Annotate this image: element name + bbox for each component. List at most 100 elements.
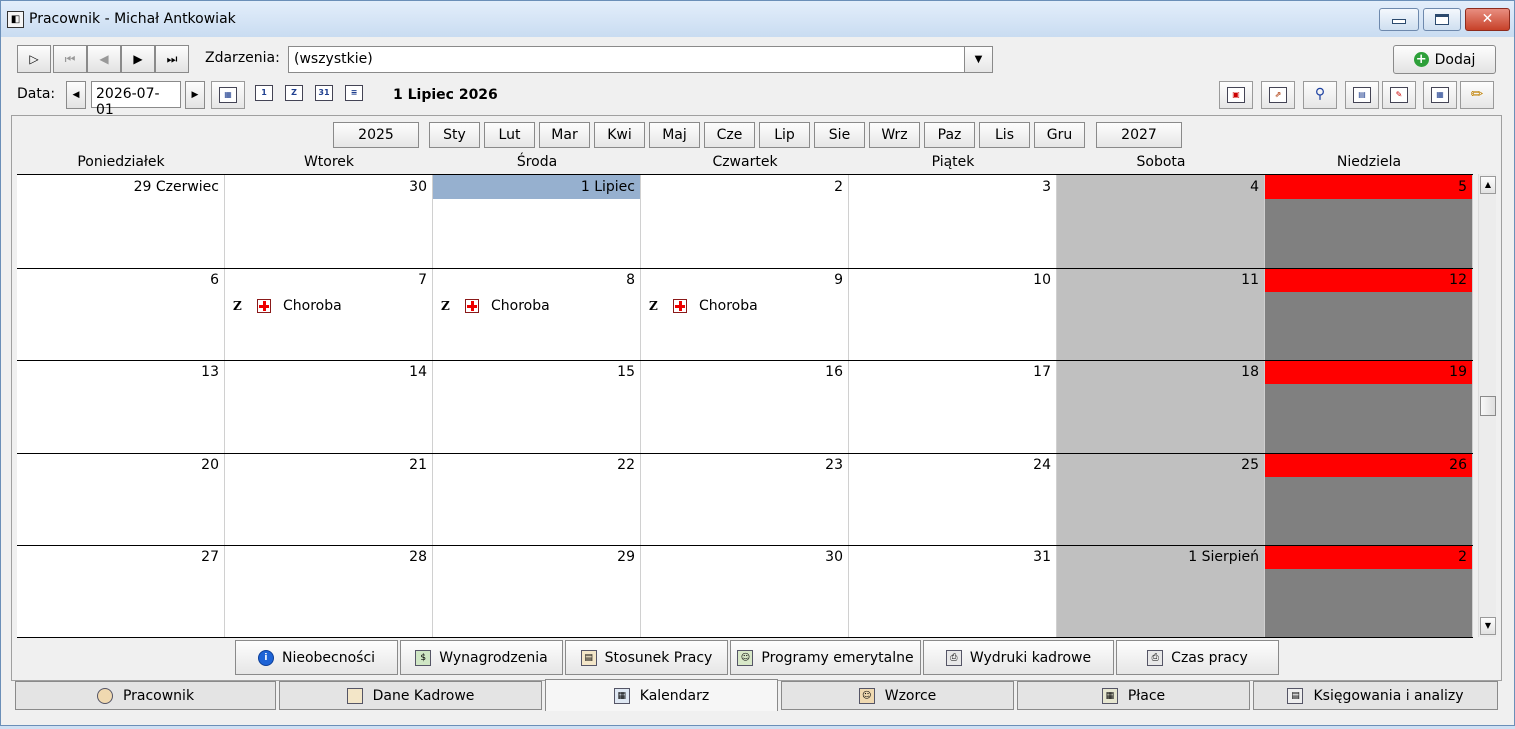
month-button[interactable]: Wrz: [869, 122, 920, 148]
calendar-day-cell[interactable]: 13: [17, 360, 225, 453]
title-bar: ◧ Pracownik - Michał Antkowiak ✕: [1, 1, 1514, 37]
calendar-grid-button[interactable]: ▦: [1423, 81, 1457, 109]
calendar-day-cell[interactable]: 21: [225, 452, 433, 546]
subtab-salaries[interactable]: $ Wynagrodzenia: [400, 640, 563, 675]
scroll-down-icon[interactable]: ▼: [1480, 617, 1496, 635]
add-button-label: Dodaj: [1434, 51, 1476, 68]
calendar-day-cell[interactable]: 1 Sierpień: [1057, 545, 1265, 638]
month-button[interactable]: Lis: [979, 122, 1030, 148]
subtab-pension[interactable]: ☺ Programy emerytalne: [730, 640, 921, 675]
month-button[interactable]: Lip: [759, 122, 810, 148]
date-next-button[interactable]: ▶: [185, 81, 205, 109]
calendar-day-cell[interactable]: 31: [849, 545, 1057, 638]
subtab-worktime[interactable]: ⎙ Czas pracy: [1116, 640, 1279, 675]
month-button[interactable]: Mar: [539, 122, 590, 148]
search-button[interactable]: ⚲: [1303, 81, 1337, 109]
calendar-day-cell[interactable]: 24: [849, 452, 1057, 546]
month-button[interactable]: Cze: [704, 122, 755, 148]
nav-start-button[interactable]: ⏮: [53, 45, 87, 73]
calendar-day-cell[interactable]: 9 Z Choroba: [641, 267, 849, 361]
calendar-day-cell[interactable]: 4: [1057, 175, 1265, 268]
month-button[interactable]: Gru: [1034, 122, 1085, 148]
calendar-day-cell[interactable]: 29 Czerwiec: [17, 175, 225, 268]
prev-year-button[interactable]: 2025: [333, 122, 419, 148]
tab-calendar[interactable]: ▦ Kalendarz: [545, 679, 778, 711]
calendar-event[interactable]: Z Choroba: [441, 296, 550, 316]
delete-event-button[interactable]: ▣: [1219, 81, 1253, 109]
subtab-absences[interactable]: i Nieobecności: [235, 640, 398, 675]
month-view-button[interactable]: 31: [307, 79, 341, 107]
list-view-button[interactable]: ≡: [337, 79, 371, 107]
close-button[interactable]: ✕: [1465, 8, 1510, 31]
date-prev-button[interactable]: ◀: [66, 81, 86, 109]
calendar-day-cell[interactable]: 6: [17, 267, 225, 361]
calendar-day-cell[interactable]: 5: [1265, 175, 1473, 268]
calendar-day-cell[interactable]: 16: [641, 360, 849, 453]
calendar-day-cell[interactable]: 25: [1057, 452, 1265, 546]
month-button[interactable]: Sie: [814, 122, 865, 148]
scroll-thumb[interactable]: [1480, 396, 1496, 416]
calendar-day-cell[interactable]: 8 Z Choroba: [433, 267, 641, 361]
subtab-employment[interactable]: ▤ Stosunek Pracy: [565, 640, 728, 675]
calendar-day-cell[interactable]: 23: [641, 452, 849, 546]
calendar-day-cell[interactable]: 11: [1057, 267, 1265, 361]
calendar-day-cell[interactable]: 15: [433, 360, 641, 453]
calendar-day-cell[interactable]: 14: [225, 360, 433, 453]
calendar-day-cell[interactable]: 18: [1057, 360, 1265, 453]
subtab-label: Wydruki kadrowe: [969, 649, 1092, 666]
month-button[interactable]: Kwi: [594, 122, 645, 148]
maximize-button[interactable]: [1423, 8, 1461, 31]
calendar-day-cell[interactable]: 2: [641, 175, 849, 268]
date-input[interactable]: 2026-07-01: [91, 81, 181, 118]
nav-last-button[interactable]: ⏭: [155, 45, 189, 73]
tab-employee[interactable]: Pracownik: [15, 681, 276, 710]
calendar-picker-button[interactable]: ▦: [211, 81, 245, 109]
calendar-event[interactable]: Z Choroba: [649, 296, 758, 316]
tab-payroll[interactable]: ▦ Płace: [1017, 681, 1250, 710]
nav-prev-button[interactable]: ◀: [87, 45, 121, 73]
calendar-day-cell[interactable]: 2: [1265, 545, 1473, 638]
month-button[interactable]: Sty: [429, 122, 480, 148]
tab-accounting[interactable]: ▤ Księgowania i analizy: [1253, 681, 1498, 710]
event-type-marker: Z: [649, 298, 658, 313]
calendar-day-cell[interactable]: 27: [17, 545, 225, 638]
nav-next-button[interactable]: ▶: [121, 45, 155, 73]
calendar-day-cell[interactable]: 17: [849, 360, 1057, 453]
month-button[interactable]: Paz: [924, 122, 975, 148]
dropdown-arrow-icon[interactable]: ▼: [964, 47, 992, 72]
calendar-day-cell[interactable]: 29: [433, 545, 641, 638]
calendar-day-cell[interactable]: 3: [849, 175, 1057, 268]
calendar-day-cell[interactable]: 1 Lipiec: [433, 175, 641, 268]
calendar-day-cell[interactable]: 12: [1265, 267, 1473, 361]
calendar-event[interactable]: Z Choroba: [233, 296, 342, 316]
tab-templates[interactable]: ☺ Wzorce: [781, 681, 1014, 710]
pencil-button[interactable]: ✏: [1460, 81, 1494, 109]
day-view-button[interactable]: 1: [247, 79, 281, 107]
tab-hr-data[interactable]: Dane Kadrowe: [279, 681, 542, 710]
calendar-day-cell[interactable]: 28: [225, 545, 433, 638]
event-type-marker: Z: [441, 298, 450, 313]
calendar-settings-button[interactable]: ▤: [1345, 81, 1379, 109]
calendar-edit-button[interactable]: ✎: [1382, 81, 1416, 109]
calendar-day-cell[interactable]: 30: [225, 175, 433, 268]
calendar-day-cell[interactable]: 19: [1265, 360, 1473, 453]
calendar-day-cell[interactable]: 30: [641, 545, 849, 638]
events-filter-select[interactable]: (wszystkie) ▼: [288, 46, 993, 73]
add-button[interactable]: + Dodaj: [1393, 45, 1496, 74]
calendar-day-cell[interactable]: 22: [433, 452, 641, 546]
calendar-day-cell[interactable]: 7 Z Choroba: [225, 267, 433, 361]
minimize-button[interactable]: [1379, 8, 1419, 31]
date-label: Data:: [17, 86, 56, 102]
calendar-day-cell[interactable]: 10: [849, 267, 1057, 361]
month-button[interactable]: Lut: [484, 122, 535, 148]
export-button[interactable]: ⇗: [1261, 81, 1295, 109]
subtab-prints[interactable]: ⎙ Wydruki kadrowe: [923, 640, 1114, 675]
calendar-day-cell[interactable]: 26: [1265, 452, 1473, 546]
nav-first-button[interactable]: ▷: [17, 45, 51, 73]
vertical-scrollbar[interactable]: ▲ ▼: [1478, 174, 1496, 637]
month-button[interactable]: Maj: [649, 122, 700, 148]
scroll-up-icon[interactable]: ▲: [1480, 176, 1496, 194]
calendar-day-cell[interactable]: 20: [17, 452, 225, 546]
next-year-button[interactable]: 2027: [1096, 122, 1182, 148]
week-view-button[interactable]: Z: [277, 79, 311, 107]
